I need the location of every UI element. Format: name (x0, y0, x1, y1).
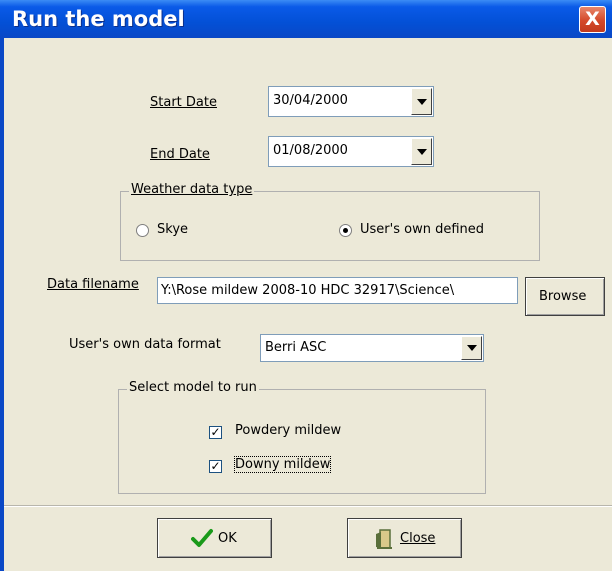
close-label: Close (400, 531, 436, 546)
window-close-button[interactable]: X (579, 6, 606, 33)
skye-label[interactable]: Skye (157, 222, 188, 237)
ok-button[interactable]: OK (157, 518, 272, 558)
data-filename-label: Data filename (47, 277, 139, 292)
start-date-picker[interactable]: 30/04/2000 (268, 86, 434, 117)
window-title: Run the model (12, 7, 185, 31)
run-model-dialog: Run the model X Start Date 30/04/2000 En… (0, 0, 612, 571)
title-bar[interactable]: Run the model X (0, 0, 612, 38)
data-filename-value: Y:\Rose mildew 2008-10 HDC 32917\Science… (161, 283, 455, 298)
powdery-mildew-checkbox[interactable]: ✓ (209, 426, 222, 439)
data-format-label: User's own data format (69, 337, 221, 352)
users-own-defined-radio[interactable] (339, 224, 352, 237)
downy-mildew-label[interactable]: Downy mildew (233, 456, 332, 473)
checkmark-icon (191, 528, 213, 552)
data-format-value: Berri ASC (265, 340, 327, 355)
end-date-value: 01/08/2000 (273, 143, 348, 158)
window-frame-left (0, 38, 4, 571)
users-own-defined-label[interactable]: User's own defined (360, 222, 484, 237)
data-format-select[interactable]: Berri ASC (260, 334, 484, 362)
data-format-dropdown-button[interactable] (461, 336, 482, 360)
end-date-picker[interactable]: 01/08/2000 (268, 136, 434, 167)
powdery-mildew-label[interactable]: Powdery mildew (235, 423, 341, 438)
model-group-title: Select model to run (127, 380, 259, 395)
weather-group-title: Weather data type (129, 182, 255, 197)
footer-separator (4, 505, 612, 507)
downy-mildew-checkbox[interactable]: ✓ (209, 460, 222, 473)
weather-data-type-group: Weather data type Skye User's own define… (120, 182, 540, 261)
ok-label: OK (218, 531, 237, 546)
skye-radio[interactable] (136, 224, 149, 237)
browse-button[interactable]: Browse (525, 277, 605, 316)
browse-label: Browse (539, 289, 587, 304)
close-icon: X (585, 8, 600, 30)
start-date-value: 30/04/2000 (273, 93, 348, 108)
start-date-label: Start Date (150, 95, 217, 110)
close-button[interactable]: Close (347, 518, 462, 558)
door-icon (374, 528, 394, 554)
select-model-group: Select model to run ✓ Powdery mildew ✓ D… (118, 380, 486, 494)
end-date-label: End Date (150, 147, 210, 162)
start-date-dropdown-button[interactable] (411, 88, 432, 115)
data-filename-input[interactable]: Y:\Rose mildew 2008-10 HDC 32917\Science… (157, 277, 518, 304)
end-date-dropdown-button[interactable] (411, 138, 432, 165)
